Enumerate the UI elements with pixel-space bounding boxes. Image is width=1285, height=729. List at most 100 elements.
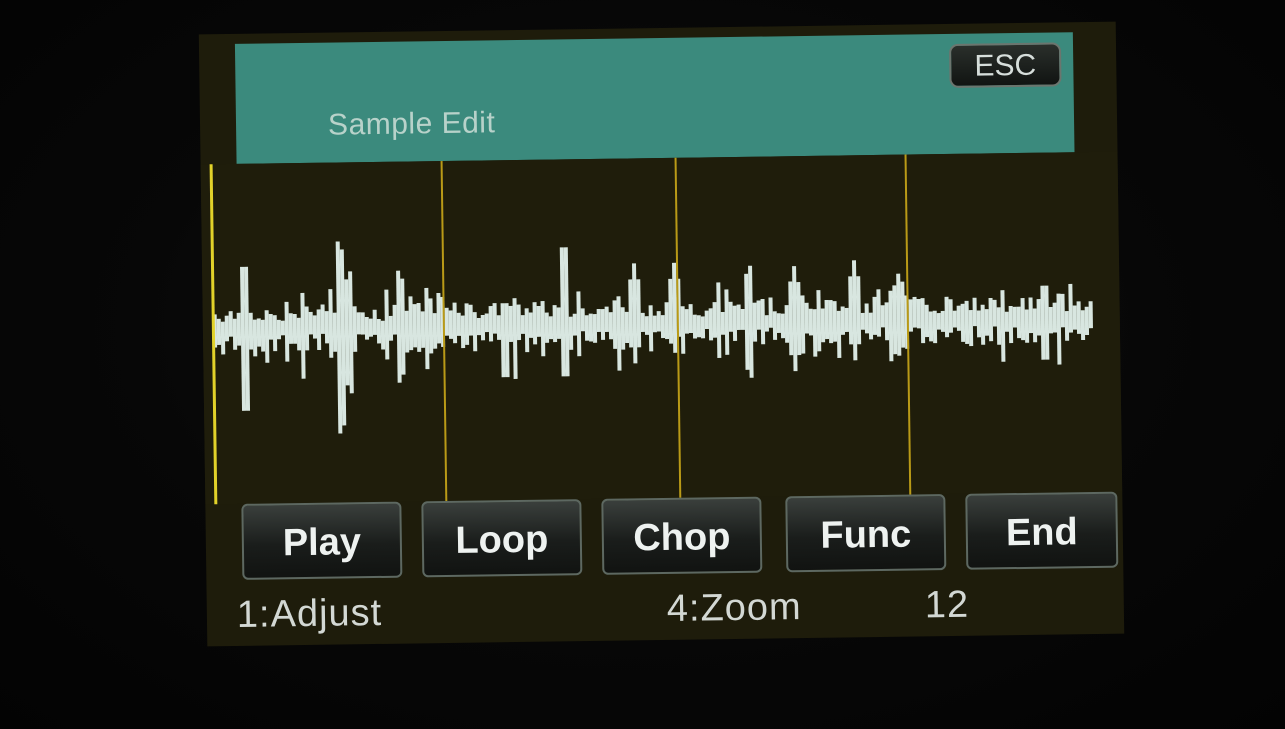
waveform-bar: [772, 311, 778, 340]
waveform-bar: [476, 317, 481, 336]
waveform-bar: [592, 314, 598, 343]
loop-button[interactable]: Loop: [421, 499, 583, 578]
page-title: Sample Edit: [327, 106, 496, 142]
waveform-bar: [568, 316, 574, 350]
waveform-bar: [544, 312, 550, 343]
waveform-bar: [664, 302, 670, 340]
waveform-bar: [708, 308, 714, 341]
waveform-bar: [764, 315, 769, 332]
waveform-bar: [728, 301, 733, 332]
waveform-bar: [688, 304, 693, 334]
waveform-bar: [448, 310, 454, 339]
waveform-bar: [696, 315, 702, 338]
waveform-bar: [264, 310, 270, 363]
waveform-bar: [860, 312, 865, 330]
waveform-bar: [224, 315, 230, 342]
header-bar: Sample Edit ESC: [234, 32, 1075, 164]
waveform-bar: [488, 306, 494, 342]
waveform-bar: [284, 301, 290, 362]
waveform-bar: [388, 315, 394, 341]
waveform-bar: [624, 311, 630, 344]
waveform-bar: [1016, 306, 1022, 339]
waveform-bar: [980, 304, 986, 345]
waveform-bar: [1004, 311, 1010, 332]
waveform-bar: [528, 312, 534, 338]
waveform-bar: [988, 297, 994, 342]
waveform-bar: [1068, 283, 1074, 333]
waveform-bar: [360, 312, 365, 335]
waveform-bar: [288, 313, 294, 344]
waveform-bar: [920, 298, 926, 344]
waveform-bar: [524, 308, 530, 353]
waveform-bar: [392, 304, 397, 335]
waveform-bar: [452, 302, 458, 344]
waveform-bar: [236, 312, 242, 346]
waveform-bar: [576, 291, 582, 357]
waveform-bar: [912, 296, 917, 328]
waveform-bar: [372, 309, 377, 335]
waveform-bar: [828, 300, 834, 344]
waveform-bar: [960, 303, 966, 342]
waveform-bar: [1028, 297, 1034, 334]
esc-button[interactable]: ESC: [948, 42, 1062, 88]
waveform-bar: [412, 304, 418, 348]
waveform-bar: [216, 318, 222, 345]
waveform-bar: [464, 303, 470, 345]
waveform-bar: [276, 319, 282, 340]
waveform-bar: [420, 311, 426, 348]
waveform-bar: [644, 316, 650, 335]
waveform-bar: [792, 266, 798, 372]
waveform-bar: [364, 316, 370, 340]
waveform-bar: [1052, 302, 1058, 333]
waveform-bar: [492, 303, 497, 334]
waveform-bar: [248, 312, 254, 350]
waveform-bar: [352, 306, 358, 352]
waveform-bar: [408, 296, 414, 351]
waveform-bar: [596, 309, 601, 332]
waveform-bar: [520, 315, 525, 334]
waveform-bar: [712, 302, 718, 338]
waveform-bar: [840, 306, 846, 335]
waveform-bar: [320, 304, 325, 334]
waveform-bar: [232, 318, 238, 350]
waveform-bar: [812, 309, 818, 357]
chop-button[interactable]: Chop: [601, 496, 763, 575]
waveform-bar: [404, 310, 410, 353]
waveform-bar: [1048, 306, 1054, 334]
waveform-bar: [304, 306, 310, 351]
waveform-bar: [684, 309, 689, 334]
waveform-bar: [612, 300, 618, 349]
waveform-bar: [556, 307, 562, 339]
waveform-bar: [784, 305, 790, 343]
waveform-bar: [884, 302, 890, 341]
waveform-bar: [780, 313, 786, 339]
waveform-bar: [428, 298, 434, 354]
waveform-view[interactable]: [200, 151, 1123, 505]
waveform-bar: [740, 308, 745, 330]
waveform-bar: [964, 300, 970, 344]
waveform-bar: [1000, 290, 1006, 362]
end-button[interactable]: End: [965, 491, 1119, 570]
func-button[interactable]: Func: [785, 494, 947, 573]
waveform-bar: [1088, 301, 1093, 329]
waveform-bar: [356, 312, 361, 335]
waveform-bar: [952, 310, 957, 328]
waveform-bar: [836, 310, 842, 358]
waveform-bar: [532, 302, 538, 345]
waveform-bar: [1064, 311, 1070, 341]
waveform-bar: [380, 320, 386, 350]
waveform-bar: [976, 310, 982, 338]
waveform-bar: [720, 311, 726, 335]
waveform-bar: [540, 301, 546, 357]
waveform-bar: [908, 299, 913, 332]
waveform-bar: [716, 282, 722, 358]
waveform-bar: [272, 315, 278, 352]
waveform-bar: [316, 309, 322, 351]
play-button[interactable]: Play: [241, 501, 403, 580]
waveform-bar: [376, 318, 382, 344]
waveform-bar: [460, 315, 466, 349]
waveform-bar: [680, 306, 686, 354]
waveform-bar: [496, 315, 502, 340]
waveform-bar: [928, 311, 934, 342]
waveform-bar: [572, 313, 578, 336]
